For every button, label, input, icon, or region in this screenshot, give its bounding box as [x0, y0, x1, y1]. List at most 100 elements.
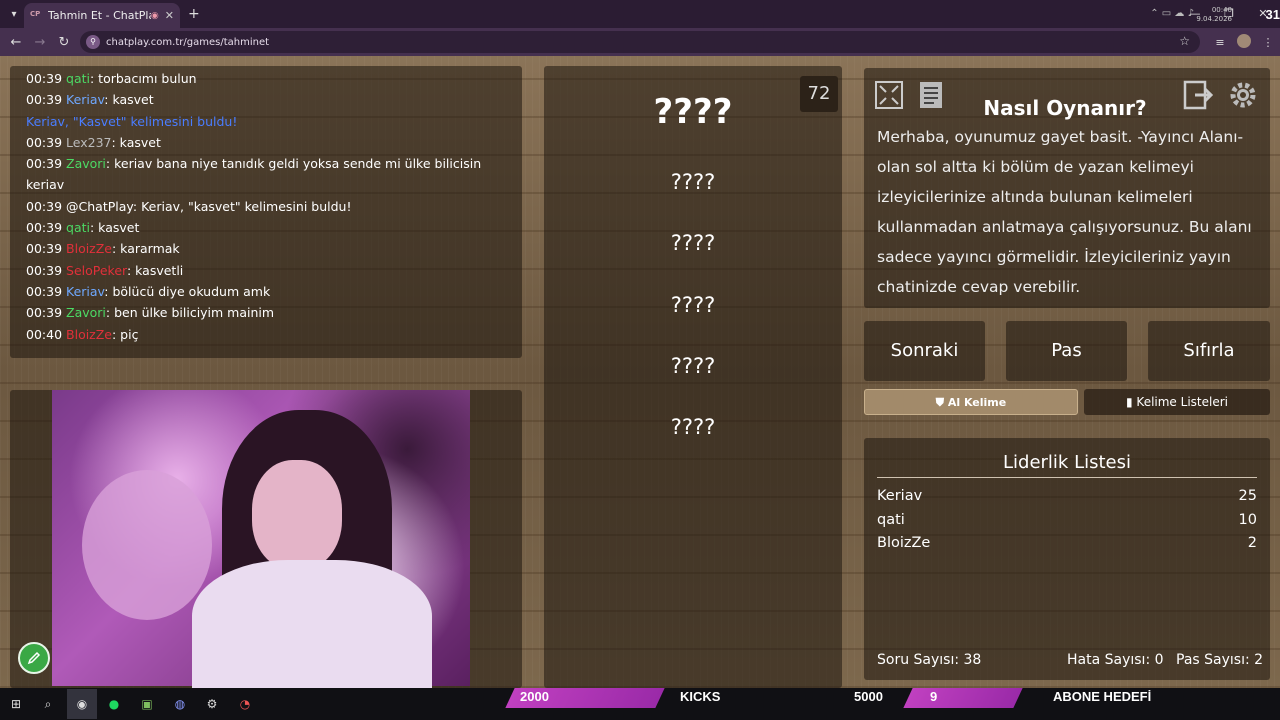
- chat-username[interactable]: BloizZe: [66, 327, 112, 342]
- profile-avatar[interactable]: [1232, 33, 1256, 51]
- exit-icon[interactable]: [1182, 78, 1216, 112]
- streamer-face: [252, 460, 342, 570]
- get-word-label: Al Kelime: [947, 396, 1007, 409]
- chat-message: 00:39 Zavori: ben ülke biliciyim mainim: [26, 302, 506, 323]
- chat-username[interactable]: BloizZe: [66, 241, 112, 256]
- tab-search-icon[interactable]: ▾: [4, 4, 24, 24]
- streamer-webcam: [52, 390, 470, 688]
- chat-username[interactable]: qati: [66, 220, 90, 235]
- chat-username[interactable]: Keriav: [66, 284, 104, 299]
- streamer-hoodie: [192, 560, 432, 688]
- chat-username[interactable]: Keriav, "Kasvet" kelimesini buldu!: [26, 114, 237, 129]
- reload-icon[interactable]: ↻: [52, 35, 76, 50]
- main-word: ????: [653, 92, 733, 132]
- new-tab-icon[interactable]: +: [188, 6, 200, 22]
- chat-timestamp: 00:39: [26, 71, 63, 86]
- forbidden-word: ????: [670, 354, 716, 378]
- next-button[interactable]: Sonraki: [864, 321, 985, 381]
- leaderboard-row: BloizZe 2: [877, 535, 1257, 551]
- forbidden-word: ????: [670, 231, 716, 255]
- discord-icon[interactable]: ◍: [170, 694, 190, 714]
- forbidden-word: ????: [670, 170, 716, 194]
- chat-text: : ben ülke biliciyim mainim: [105, 305, 275, 321]
- chat-username[interactable]: Keriav: [66, 92, 104, 107]
- chat-timestamp: 00:39: [26, 262, 63, 278]
- word-lists-label: Kelime Listeleri: [1136, 395, 1228, 409]
- chat-text: : torbacımı bulun: [89, 71, 197, 86]
- chat-text: : kasvet: [104, 92, 154, 108]
- pencil-icon[interactable]: [18, 642, 50, 674]
- player-score: 2: [1247, 535, 1257, 551]
- forbidden-word: ????: [670, 293, 716, 317]
- media-control-icon[interactable]: ≡: [1208, 36, 1232, 49]
- browser-tab[interactable]: CP Tahmin Et - ChatPlay ◉ ✕: [24, 3, 180, 28]
- gear-icon[interactable]: [1226, 78, 1260, 112]
- leaderboard-row: Keriav 25: [877, 488, 1257, 504]
- back-icon[interactable]: ←: [4, 35, 28, 50]
- url-field[interactable]: ⚲ chatplay.com.tr/games/tahminet ☆: [80, 31, 1200, 53]
- clock-date: 9.04.2026: [1196, 15, 1232, 23]
- chat-timestamp: 00:39: [26, 134, 63, 150]
- chat-text: : kararmak: [112, 241, 180, 257]
- chat-text: : kasvet: [111, 134, 161, 150]
- chat-message: 00:39 @ChatPlay: Keriav, "kasvet" kelime…: [26, 196, 506, 217]
- chat-text: : piç: [112, 326, 139, 342]
- audio-playing-icon[interactable]: ◉: [151, 11, 159, 21]
- chat-message: 00:39 Keriav: bölücü diye okudum amk: [26, 281, 506, 302]
- error-count: Hata Sayısı: 0: [1067, 652, 1164, 668]
- chat-message: 00:39 Zavori: keriav bana niye tanıdık g…: [26, 153, 506, 196]
- chat-message: 00:40 BloizZe: piç: [26, 324, 506, 345]
- how-to-play-text: Merhaba, oyunumuz gayet basit. -Yayıncı …: [877, 128, 1252, 296]
- site-info-icon[interactable]: ⚲: [86, 35, 100, 49]
- player-name: Keriav: [877, 488, 923, 504]
- question-count: Soru Sayısı: 38: [877, 652, 982, 668]
- fullscreen-icon[interactable]: [872, 78, 906, 112]
- chat-timestamp: 00:39: [26, 305, 63, 321]
- chat-username[interactable]: qati: [66, 71, 90, 86]
- tab-close-icon[interactable]: ✕: [165, 9, 174, 22]
- chat-message: Keriav, "Kasvet" kelimesini buldu!: [26, 111, 506, 132]
- bookmark-star-icon[interactable]: ☆: [1179, 34, 1190, 48]
- player-name: BloizZe: [877, 535, 931, 551]
- chat-timestamp: 00:39: [26, 220, 63, 236]
- tab-title: Tahmin Et - ChatPlay: [48, 9, 151, 22]
- chat-timestamp: 00:39: [26, 283, 63, 299]
- taskbar-clock[interactable]: 00:40 9.04.2026: [1196, 6, 1232, 24]
- browser-menu-icon[interactable]: ⋮: [1256, 36, 1280, 49]
- spotify-icon[interactable]: ●: [104, 694, 124, 714]
- search-icon[interactable]: ⌕: [38, 694, 58, 714]
- chat-username[interactable]: @ChatPlay: [66, 199, 133, 214]
- obs-icon[interactable]: ◔: [235, 694, 255, 714]
- chrome-icon[interactable]: ◉: [67, 689, 97, 719]
- chat-username[interactable]: SeloPeker: [66, 263, 127, 278]
- guess-panel: ???? ???? ???? ???? ???? ????: [544, 66, 842, 688]
- reset-button[interactable]: Sıfırla: [1148, 321, 1270, 381]
- word-lists-button[interactable]: ▮ Kelime Listeleri: [1084, 389, 1270, 415]
- pass-button[interactable]: Pas: [1006, 321, 1127, 381]
- forward-icon[interactable]: →: [28, 35, 52, 50]
- windows-start-icon[interactable]: ⊞: [6, 694, 26, 714]
- ticker-label: ABONE HEDEFİ: [1053, 689, 1152, 704]
- chat-username[interactable]: Lex237: [66, 135, 111, 150]
- document-icon[interactable]: [914, 78, 948, 112]
- chat-timestamp: 00:39: [26, 198, 63, 214]
- chat-username[interactable]: Zavori: [66, 305, 106, 320]
- chat-timestamp: 00:39: [26, 92, 63, 108]
- ticker-value: 2000: [520, 689, 549, 704]
- chat-message: 00:39 qati: kasvet: [26, 217, 506, 238]
- leaderboard-row: qati 10: [877, 512, 1257, 528]
- get-word-button[interactable]: ⛊ Al Kelime: [864, 389, 1078, 415]
- countdown-timer: 72: [800, 76, 838, 112]
- chat-message: 00:39 Keriav: kasvet: [26, 89, 506, 110]
- leaderboard-title: Liderlik Listesi: [877, 452, 1257, 478]
- how-to-play-title: Nasıl Oynanır?: [983, 96, 1147, 120]
- chat-username[interactable]: Zavori: [66, 156, 106, 171]
- shield-icon: ⛊: [935, 396, 948, 409]
- pass-count: Pas Sayısı: 2: [1176, 652, 1264, 668]
- plush-bear: [82, 470, 212, 620]
- chat-text: : kasvetli: [126, 262, 184, 278]
- system-tray-icons[interactable]: ⌃ ▭ ☁ ♪: [1150, 8, 1194, 19]
- chat-timestamp: 00:39: [26, 156, 63, 172]
- app-icon[interactable]: ▣: [137, 694, 157, 714]
- settings-icon[interactable]: ⚙: [202, 694, 222, 714]
